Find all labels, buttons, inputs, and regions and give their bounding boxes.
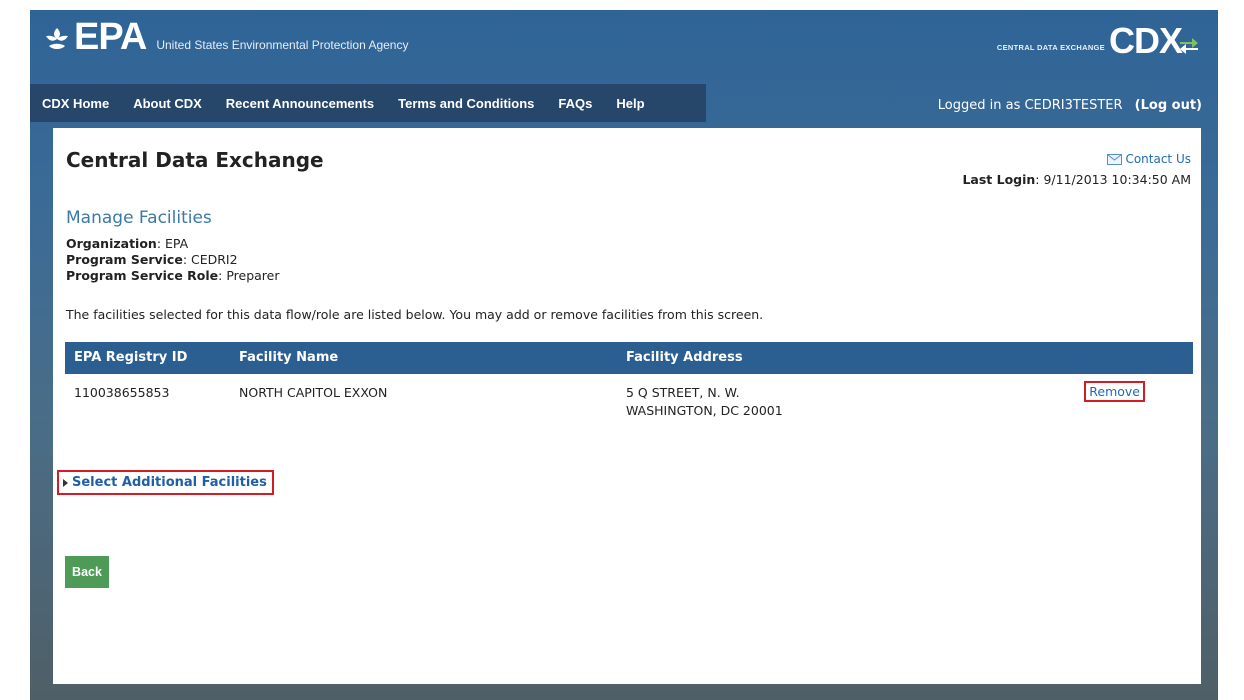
back-button[interactable]: Back — [65, 556, 109, 588]
col-facility-name: Facility Name — [239, 350, 339, 365]
registry-id-cell: 110038655853 — [74, 385, 170, 400]
contact-us-link[interactable]: Contact Us — [1107, 152, 1191, 166]
logout-link[interactable]: (Log out) — [1135, 98, 1202, 113]
epa-logo[interactable]: EPA United States Environmental Protecti… — [44, 18, 408, 56]
envelope-icon — [1107, 153, 1123, 165]
main-nav: CDX Home About CDX Recent Announcements … — [30, 84, 706, 122]
select-additional-label: Select Additional Facilities — [72, 475, 267, 490]
nav-terms-and-conditions[interactable]: Terms and Conditions — [398, 96, 534, 111]
col-epa-registry-id: EPA Registry ID — [74, 350, 188, 365]
cdx-logo[interactable]: CENTRAL DATA EXCHANGE CDX — [996, 20, 1200, 61]
agency-name: United States Environmental Protection A… — [156, 38, 409, 52]
nav-recent-announcements[interactable]: Recent Announcements — [226, 96, 374, 111]
site-header: EPA United States Environmental Protecti… — [30, 10, 1218, 82]
organization-label: Organization — [66, 236, 157, 251]
select-additional-facilities-link[interactable]: Select Additional Facilities — [57, 470, 274, 495]
table-header: EPA Registry ID Facility Name Facility A… — [65, 342, 1193, 374]
account-details: Organization: EPA Program Service: CEDRI… — [66, 236, 280, 284]
content-panel: Central Data Exchange Contact Us Last Lo… — [53, 128, 1201, 684]
facilities-table: EPA Registry ID Facility Name Facility A… — [65, 342, 1193, 432]
login-status: Logged in as CEDRI3TESTER (Log out) — [938, 98, 1202, 113]
program-role-value: : Preparer — [218, 268, 280, 283]
contact-us-label: Contact Us — [1125, 152, 1191, 166]
address-line-1: 5 Q STREET, N. W. — [626, 385, 740, 400]
last-login: Last Login: 9/11/2013 10:34:50 AM — [962, 172, 1191, 187]
last-login-value: : 9/11/2013 10:34:50 AM — [1035, 172, 1191, 187]
program-role-label: Program Service Role — [66, 268, 219, 283]
section-title: Manage Facilities — [66, 208, 212, 228]
nav-faqs[interactable]: FAQs — [558, 96, 592, 111]
col-facility-address: Facility Address — [626, 350, 743, 365]
organization-value: : EPA — [156, 236, 189, 251]
program-service-value: : CEDRI2 — [182, 252, 238, 267]
expand-triangle-icon — [63, 478, 68, 487]
table-row: 110038655853 NORTH CAPITOL EXXON 5 Q STR… — [65, 374, 1193, 432]
page-frame: EPA United States Environmental Protecti… — [30, 10, 1218, 700]
nav-help[interactable]: Help — [616, 96, 644, 111]
cdx-arrows-icon — [1180, 38, 1198, 54]
address-line-2: WASHINGTON, DC 20001 — [626, 403, 783, 418]
last-login-label: Last Login — [962, 172, 1036, 187]
page-title: Central Data Exchange — [66, 148, 324, 172]
nav-cdx-home[interactable]: CDX Home — [42, 96, 109, 111]
program-service-label: Program Service — [66, 252, 183, 267]
remove-facility-link[interactable]: Remove — [1084, 381, 1145, 402]
facility-address-cell: 5 Q STREET, N. W. WASHINGTON, DC 20001 — [626, 384, 783, 420]
epa-logo-text: EPA — [74, 16, 147, 58]
cdx-logo-subtitle: CENTRAL DATA EXCHANGE — [996, 43, 1105, 52]
cdx-logo-text: CDX — [1108, 20, 1183, 61]
nav-about-cdx[interactable]: About CDX — [133, 96, 202, 111]
facility-name-cell: NORTH CAPITOL EXXON — [239, 385, 388, 400]
epa-flower-icon — [46, 28, 68, 49]
logged-in-text: Logged in as CEDRI3TESTER — [937, 98, 1123, 113]
instructions-text: The facilities selected for this data fl… — [66, 307, 764, 322]
